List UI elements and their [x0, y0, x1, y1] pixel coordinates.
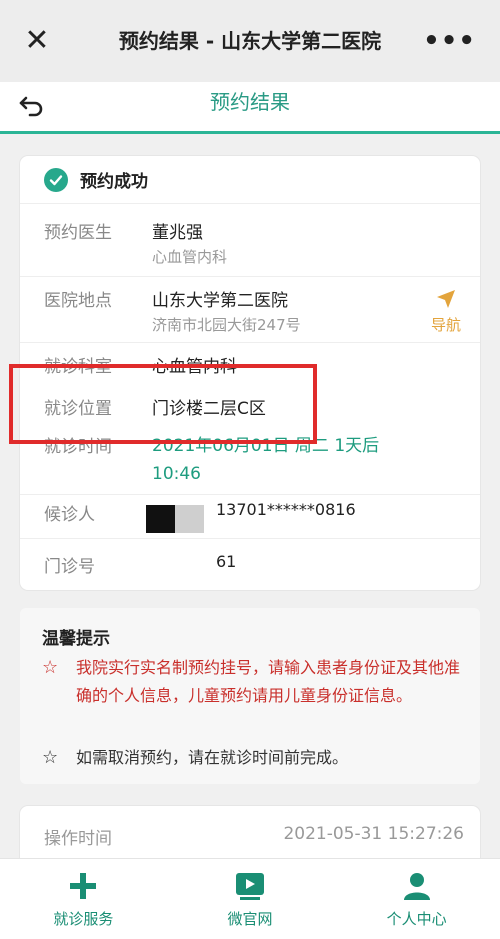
page-title: 预约结果 [210, 90, 290, 114]
tab-label: 个人中心 [386, 909, 447, 928]
tips-title: 温馨提示 [42, 629, 110, 649]
tip-item: ☆ 如需取消预约，请在就诊时间前完成。 [42, 744, 466, 772]
tab-personal-center[interactable]: 个人中心 [333, 859, 500, 939]
video-icon [232, 870, 268, 902]
time-value-hour: 10:46 [152, 464, 201, 484]
patient-id: 13701******0816 [216, 500, 356, 519]
highlight-box [9, 364, 317, 444]
star-outline-icon: ☆ [42, 657, 59, 678]
clinic-number-value: 61 [216, 552, 237, 571]
hospital-address: 济南市北园大街247号 [152, 316, 301, 334]
tab-clinic-service[interactable]: 就诊服务 [0, 859, 167, 939]
tips-card: 温馨提示 ☆ 我院实行实名制预约挂号，请输入患者身份证及其他准确的个人信息，儿童… [20, 608, 480, 784]
operation-time-card: 操作时间 2021-05-31 15:27:26 [20, 806, 480, 866]
user-icon [399, 870, 435, 902]
navigate-label: 导航 [430, 316, 461, 334]
tip-item: ☆ 我院实行实名制预约挂号，请输入患者身份证及其他准确的个人信息，儿童预约请用儿… [42, 654, 466, 710]
tab-micro-site[interactable]: 微官网 [167, 859, 334, 939]
privacy-mosaic [146, 505, 204, 533]
bottom-tab-bar: 就诊服务 微官网 个人中心 [0, 858, 500, 939]
plus-icon [65, 870, 101, 902]
window-title: 预约结果 - 山东大学第二医院 [118, 29, 382, 53]
hospital-name: 山东大学第二医院 [152, 291, 288, 311]
check-circle-icon [44, 167, 68, 192]
operation-time-label: 操作时间 [44, 829, 112, 849]
star-outline-icon: ☆ [42, 747, 59, 768]
divider [20, 494, 480, 495]
page-header: 预约结果 [0, 82, 500, 134]
tab-label: 就诊服务 [53, 909, 114, 928]
clinic-number-label: 门诊号 [44, 557, 95, 577]
success-text: 预约成功 [80, 172, 148, 192]
operation-time-value: 2021-05-31 15:27:26 [283, 824, 464, 844]
tip-text: 我院实行实名制预约挂号，请输入患者身份证及其他准确的个人信息，儿童预约请用儿童身… [76, 658, 461, 705]
navigate-button[interactable]: 导航 [426, 288, 466, 335]
close-icon[interactable]: ✕ [22, 26, 52, 56]
divider [20, 276, 480, 277]
divider [20, 342, 480, 343]
tip-text: 如需取消预约，请在就诊时间前完成。 [76, 748, 349, 767]
hospital-label: 医院地点 [44, 291, 112, 311]
navigate-arrow-icon [437, 290, 455, 308]
tab-label: 微官网 [227, 909, 273, 928]
wechat-title-bar: ✕ 预约结果 - 山东大学第二医院 ••• [0, 0, 500, 82]
doctor-name: 董兆强 [152, 223, 203, 243]
patient-label: 候诊人 [44, 505, 95, 525]
success-status: 预约成功 [20, 156, 480, 204]
doctor-label: 预约医生 [44, 223, 112, 243]
more-icon[interactable]: ••• [423, 26, 476, 56]
doctor-dept: 心血管内科 [152, 248, 228, 266]
divider [20, 538, 480, 539]
